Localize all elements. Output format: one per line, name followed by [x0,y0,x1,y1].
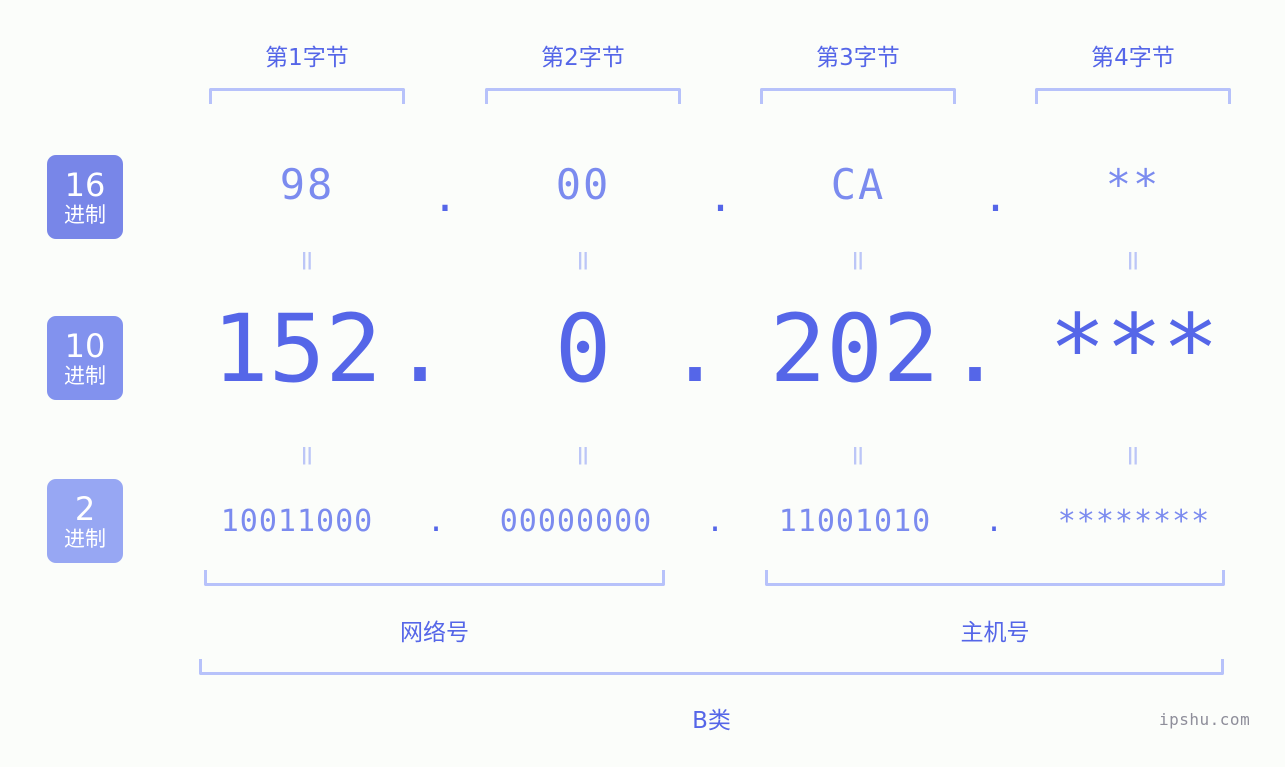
byte-bracket-4 [1035,88,1231,104]
hex-separator-1: . [432,172,458,221]
byte-header-label-1: 第1字节 [265,45,349,71]
decimal-value-3: 202 [769,295,940,404]
byte-header-label-3: 第3字节 [816,45,900,71]
binary-separator-3: . [984,504,1004,539]
base-badge-bin: 2 进制 [47,479,123,563]
equals-mark-dec-bin-1: = [291,444,324,468]
hex-value-2: 00 [555,160,611,209]
byte-bracket-1 [209,88,405,104]
byte-bracket-3 [760,88,956,104]
equals-mark-dec-bin-4: = [1117,444,1150,468]
equals-mark-dec-bin-2: = [567,444,600,468]
binary-separator-2: . [705,504,725,539]
watermark: ipshu.com [1159,710,1251,729]
byte-header-label-4: 第4字节 [1091,45,1175,71]
base-badge-hex-unit: 进制 [64,202,106,227]
base-badge-hex: 16 进制 [47,155,123,239]
decimal-separator-3: . [946,295,1004,404]
hex-separator-2: . [707,172,734,221]
address-class-bracket [199,659,1224,675]
base-badge-dec-unit: 进制 [64,363,106,388]
decimal-value-4: *** [1049,295,1219,404]
byte-header-label-2: 第2字节 [541,45,625,71]
base-badge-dec: 10 进制 [47,316,123,400]
byte-bracket-2 [485,88,681,104]
equals-mark-hex-dec-3: = [842,249,875,273]
base-badge-hex-number: 16 [64,165,106,204]
host-portion-bracket [765,570,1225,586]
address-class-label: B类 [692,708,731,734]
hex-value-3: CA [830,160,886,209]
equals-mark-hex-dec-2: = [567,249,600,273]
hex-value-1: 98 [279,160,335,209]
binary-value-4: ******** [1057,504,1211,539]
binary-value-3: 11001010 [778,504,932,539]
binary-value-2: 00000000 [499,504,653,539]
equals-mark-dec-bin-3: = [842,444,875,468]
binary-value-1: 10011000 [220,504,374,539]
base-badge-dec-number: 10 [64,326,106,365]
decimal-separator-1: . [391,295,449,404]
hex-separator-3: . [982,172,1009,221]
base-badge-bin-unit: 进制 [64,526,106,551]
base-badge-bin-number: 2 [74,489,96,528]
hex-value-4: ** [1105,160,1161,209]
decimal-value-1: 152 [212,295,382,404]
host-portion-label: 主机号 [960,620,1030,646]
equals-mark-hex-dec-4: = [1117,249,1150,273]
decimal-separator-2: . [666,295,724,404]
binary-separator-1: . [426,504,446,539]
ip-breakdown-diagram: 第1字节 第2字节 第3字节 第4字节 16 进制 10 进制 2 进制 98 … [0,0,1285,767]
network-portion-bracket [204,570,665,586]
decimal-value-2: 0 [554,295,612,404]
network-portion-label: 网络号 [400,620,469,646]
equals-mark-hex-dec-1: = [291,249,324,273]
